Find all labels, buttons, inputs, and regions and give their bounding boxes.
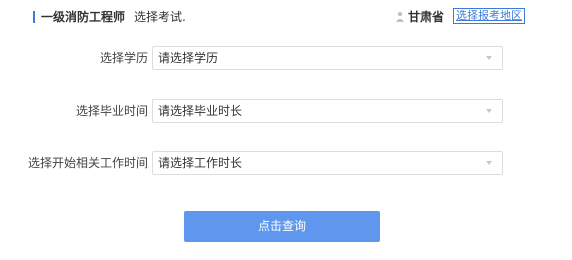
education-select-value: 请选择学历 xyxy=(158,51,219,65)
select-region-link[interactable]: 选择报考地区 xyxy=(453,8,525,24)
graduation-select[interactable]: 请选择毕业时长 xyxy=(152,99,503,123)
chevron-down-icon xyxy=(486,109,492,113)
title-accent-bar xyxy=(33,11,35,23)
graduation-select-value: 请选择毕业时长 xyxy=(158,104,243,118)
page-header: 一级消防工程师 选择考试. 甘肃省 选择报考地区 xyxy=(0,0,572,34)
work-start-select[interactable]: 请选择工作时长 xyxy=(152,151,503,175)
education-row: 选择学历 请选择学历 xyxy=(0,46,572,70)
education-select[interactable]: 请选择学历 xyxy=(152,46,503,70)
education-label: 选择学历 xyxy=(99,51,148,65)
user-icon xyxy=(396,11,404,22)
work-start-label: 选择开始相关工作时间 xyxy=(27,156,148,170)
query-button[interactable]: 点击查询 xyxy=(184,211,380,242)
chevron-down-icon xyxy=(486,161,492,165)
work-start-row: 选择开始相关工作时间 请选择工作时长 xyxy=(0,151,572,175)
graduation-label: 选择毕业时间 xyxy=(75,104,148,118)
chevron-down-icon xyxy=(486,56,492,60)
select-exam-label: 选择考试. xyxy=(134,10,186,24)
current-province: 甘肃省 xyxy=(408,10,445,24)
graduation-row: 选择毕业时间 请选择毕业时长 xyxy=(0,99,572,123)
work-start-select-value: 请选择工作时长 xyxy=(158,156,243,170)
exam-name: 一级消防工程师 xyxy=(41,10,126,24)
